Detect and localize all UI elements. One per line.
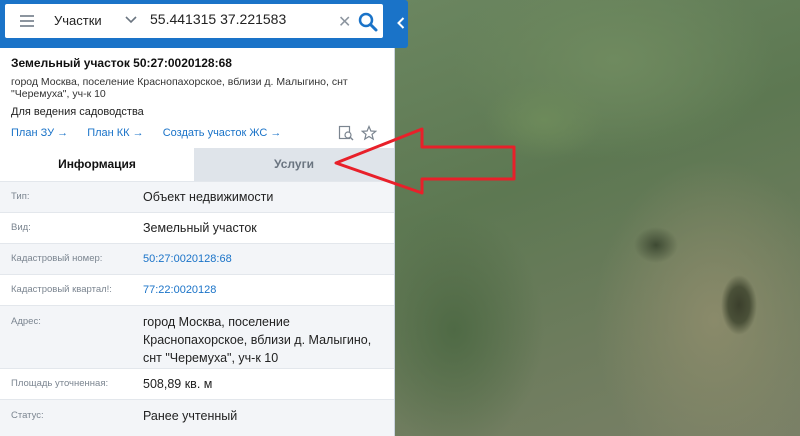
cadastral-number-link[interactable]: 50:27:0020128:68 <box>143 250 383 268</box>
object-type-select[interactable]: Участки <box>54 13 102 28</box>
close-icon[interactable]: ✕ <box>338 12 351 32</box>
table-row: Вид: Земельный участок <box>0 212 394 243</box>
hamburger-icon[interactable] <box>20 15 34 27</box>
cadastral-block-link[interactable]: 77:22:0020128 <box>143 281 383 299</box>
plan-kk-link[interactable]: План КК → <box>87 127 143 139</box>
row-value: город Москва, поселение Краснопахорское,… <box>143 315 372 365</box>
search-input[interactable]: 55.441315 37.221583 <box>150 11 286 27</box>
info-panel: Участки 55.441315 37.221583 ✕ Земельный … <box>0 0 395 436</box>
row-value: Ранее учтенный <box>143 409 238 423</box>
row-label: Тип: <box>11 191 30 202</box>
parcel-address: город Москва, поселение Краснопахорское,… <box>11 76 348 100</box>
search-bar: Участки 55.441315 37.221583 ✕ <box>0 0 394 48</box>
row-label: Адрес: <box>11 316 41 327</box>
info-table: Тип: Объект недвижимости Вид: Земельный … <box>0 181 394 436</box>
arrow-annotation <box>334 127 516 195</box>
chevron-left-icon <box>397 17 405 29</box>
row-label: Статус: <box>11 410 44 421</box>
collapse-panel-button[interactable] <box>394 0 408 48</box>
search-icon[interactable] <box>357 11 379 33</box>
row-label: Кадастровый квартал!: <box>11 284 112 295</box>
action-links: План ЗУ → План КК → Создать участок ЖС → <box>11 127 297 139</box>
parcel-purpose: Для ведения садоводства <box>11 106 144 118</box>
search-box: Участки 55.441315 37.221583 ✕ <box>5 4 383 38</box>
row-value: Земельный участок <box>143 221 257 235</box>
row-value: 508,89 кв. м <box>143 377 213 391</box>
row-label: Вид: <box>11 222 31 233</box>
table-row: Адрес: город Москва, поселение Краснопах… <box>0 305 394 368</box>
table-row: Кадастровый номер: 50:27:0020128:68 <box>0 243 394 274</box>
row-label: Кадастровый номер: <box>11 253 103 264</box>
chevron-down-icon[interactable] <box>125 13 137 25</box>
row-label: Площадь уточненная: <box>11 378 109 389</box>
plan-zu-link[interactable]: План ЗУ → <box>11 127 68 139</box>
parcel-title: Земельный участок 50:27:0020128:68 <box>11 56 232 70</box>
create-parcel-link[interactable]: Создать участок ЖС → <box>163 127 282 139</box>
tab-information[interactable]: Информация <box>0 148 194 183</box>
table-row: Площадь уточненная: 508,89 кв. м <box>0 368 394 399</box>
table-row: Кадастровый квартал!: 77:22:0020128 <box>0 274 394 305</box>
satellite-map[interactable] <box>394 0 800 436</box>
table-row: Статус: Ранее учтенный <box>0 399 394 436</box>
